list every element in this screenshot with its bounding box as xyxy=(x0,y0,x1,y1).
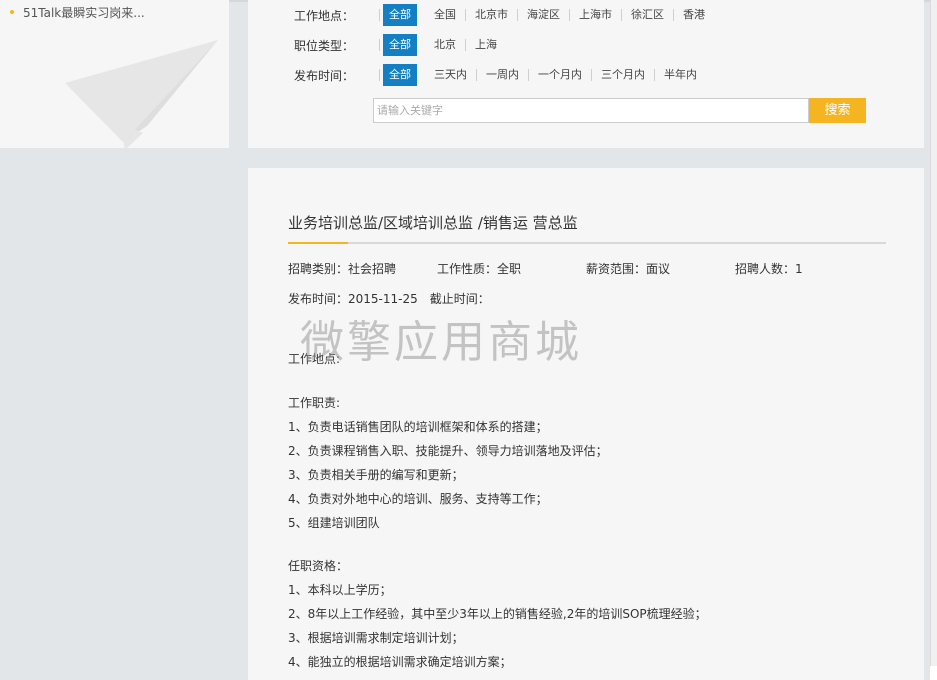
location-filter-option[interactable]: 徐汇区 xyxy=(621,9,673,21)
search-bar: 请输入关键字 搜索 xyxy=(373,98,866,123)
job-nature: 工作性质：全职 xyxy=(437,262,522,276)
location-filter-option[interactable]: 全国 xyxy=(425,9,465,21)
duties-heading: 工作职责: xyxy=(288,396,341,410)
duty-item: 5、组建培训团队 xyxy=(288,516,380,530)
qualifications-heading: 任职资格： xyxy=(288,559,349,573)
scroll-down-arrow-icon[interactable] xyxy=(930,666,937,680)
publish-time-filter-option[interactable]: 一个月内 xyxy=(528,69,591,81)
location-filter-option[interactable]: 海淀区 xyxy=(517,9,569,21)
paper-plane-icon xyxy=(65,40,218,148)
job-date-row: 发布时间：2015-11-25 截止时间： xyxy=(288,290,490,307)
position-type-filter-option[interactable]: 上海 xyxy=(465,39,506,51)
qualification-item: 2、8年以上工作经验，其中至少3年以上的销售经验,2年的培训SOP梳理经验； xyxy=(288,607,707,621)
duty-item: 1、负责电话销售团队的培训框架和体系的搭建； xyxy=(288,420,548,434)
left-sidebar-card: 51Talk最瞬实习岗来... xyxy=(0,0,229,148)
job-salary: 薪资范围：面议 xyxy=(586,262,671,276)
publish-time-filter-option[interactable]: 半年内 xyxy=(654,69,706,81)
watermark: 微擎应用商城 xyxy=(300,317,582,368)
qualification-item: 1、本科以上学历； xyxy=(288,583,392,597)
filter-row-location: 工作地点： 全部 全国 北京市 海淀区 上海市 徐汇区 香港 xyxy=(294,4,714,26)
publish-time-filter-option[interactable]: 三天内 xyxy=(425,69,476,81)
location-filter-option[interactable]: 香港 xyxy=(673,9,714,21)
filter-row-position-type: 职位类型： 全部 北京 上海 xyxy=(294,34,506,56)
title-divider xyxy=(288,242,886,244)
job-meta-row: 招聘类别：社会招聘 工作性质：全职 薪资范围：面议 招聘人数：1 xyxy=(288,260,803,277)
job-category: 招聘类别：社会招聘 xyxy=(288,262,397,276)
search-input[interactable]: 请输入关键字 xyxy=(373,98,809,123)
filter-separator xyxy=(379,69,380,81)
job-deadline: 截止时间： xyxy=(429,292,490,306)
duty-item: 2、负责课程销售入职、技能提升、领导力培训落地及评估； xyxy=(288,444,608,458)
job-title: 业务培训总监/区域培训总监 /销售运 营总监 xyxy=(288,214,578,232)
recent-job-label[interactable]: 51Talk最瞬实习岗来... xyxy=(23,6,145,20)
position-type-filter-option[interactable]: 北京 xyxy=(425,39,465,51)
filter-panel: 工作地点： 全部 全国 北京市 海淀区 上海市 徐汇区 香港 职位类型： 全部 北京 上海 发布… xyxy=(248,0,924,148)
qualification-item: 4、能独立的根据培训需求确定培训方案； xyxy=(288,655,512,669)
publish-time-filter-option[interactable]: 一周内 xyxy=(476,69,528,81)
duty-item: 4、负责对外地中心的培训、服务、支持等工作； xyxy=(288,492,548,506)
duty-item: 3、负责相关手册的编写和更新； xyxy=(288,468,464,482)
qualification-item: 3、根据培训需求制定培训计划； xyxy=(288,631,464,645)
vertical-scrollbar[interactable] xyxy=(930,0,937,680)
job-detail-card: 业务培训总监/区域培训总监 /销售运 营总监 招聘类别：社会招聘 工作性质：全职 薪… xyxy=(248,168,924,680)
location-filter-option[interactable]: 上海市 xyxy=(569,9,621,21)
recent-job-link[interactable]: 51Talk最瞬实习岗来... xyxy=(10,4,145,21)
filter-label-location: 工作地点： xyxy=(294,8,355,23)
filter-separator xyxy=(379,39,380,51)
filter-row-publish-time: 发布时间： 全部 三天内 一周内 一个月内 三个月内 半年内 xyxy=(294,64,706,86)
job-headcount: 招聘人数：1 xyxy=(735,262,803,276)
job-publish-date: 发布时间：2015-11-25 xyxy=(288,292,418,306)
publish-time-filter-option[interactable]: 全部 xyxy=(383,64,417,86)
bullet-icon xyxy=(10,9,14,14)
title-accent-bar xyxy=(288,242,348,244)
location-filter-option[interactable]: 全部 xyxy=(383,4,417,26)
filter-label-publish-time: 发布时间： xyxy=(294,68,355,83)
search-button[interactable]: 搜索 xyxy=(809,98,866,123)
location-filter-option[interactable]: 北京市 xyxy=(465,9,517,21)
position-type-filter-option[interactable]: 全部 xyxy=(383,34,417,56)
filter-separator xyxy=(379,9,380,21)
filter-label-position-type: 职位类型： xyxy=(294,38,355,53)
publish-time-filter-option[interactable]: 三个月内 xyxy=(591,69,654,81)
